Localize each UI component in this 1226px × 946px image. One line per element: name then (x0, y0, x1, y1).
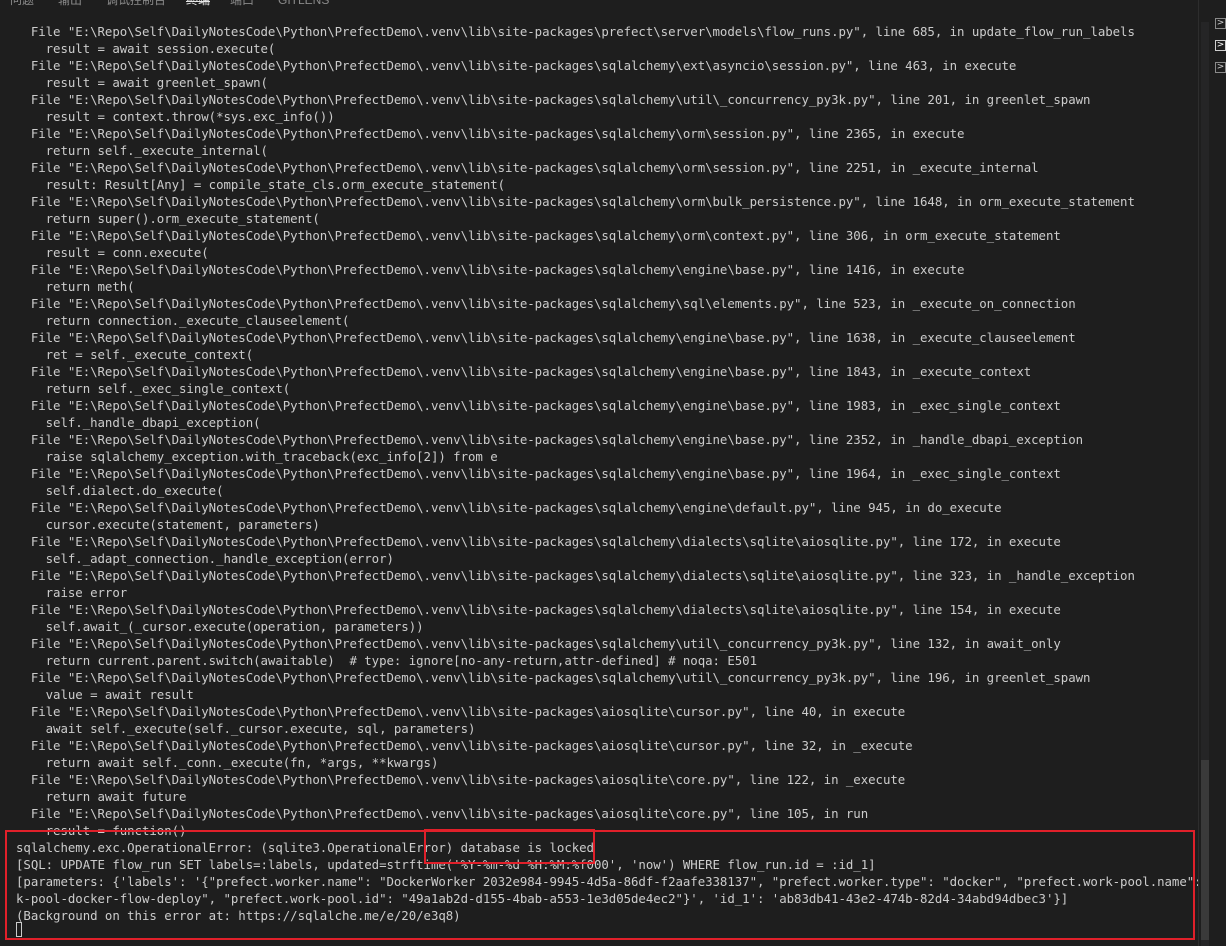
terminal-line: self.await_(_cursor.execute(operation, p… (16, 619, 424, 634)
terminal-line: File "E:\Repo\Self\DailyNotesCode\Python… (16, 194, 1135, 209)
terminal-line: File "E:\Repo\Self\DailyNotesCode\Python… (16, 432, 1084, 447)
terminal-line: result = conn.execute( (16, 245, 209, 260)
terminal-line: await self._execute(self._cursor.execute… (16, 721, 476, 736)
terminal-line: File "E:\Repo\Self\DailyNotesCode\Python… (16, 704, 906, 719)
terminal-line: result = context.throw(*sys.exc_info()) (16, 109, 335, 124)
terminal-side-panel: > > > (1198, 0, 1226, 946)
terminal-line: File "E:\Repo\Self\DailyNotesCode\Python… (16, 262, 965, 277)
terminal-line: File "E:\Repo\Self\DailyNotesCode\Python… (16, 24, 1135, 39)
terminal-line: return await future (16, 789, 187, 804)
terminal-line: return self._execute_internal( (16, 143, 268, 158)
terminal-line: result: Result[Any] = compile_state_cls.… (16, 177, 506, 192)
terminal-line: cursor.execute(statement, parameters) (16, 517, 320, 532)
terminal-line: result = function() (16, 823, 187, 838)
terminal-line: File "E:\Repo\Self\DailyNotesCode\Python… (16, 602, 1061, 617)
terminal-line: File "E:\Repo\Self\DailyNotesCode\Python… (16, 58, 1017, 73)
terminal-line: self._adapt_connection._handle_exception… (16, 551, 394, 566)
terminal-line: File "E:\Repo\Self\DailyNotesCode\Python… (16, 364, 1032, 379)
terminal-line: File "E:\Repo\Self\DailyNotesCode\Python… (16, 92, 1091, 107)
terminal-line: raise error (16, 585, 128, 600)
terminal-line: ret = self._execute_context( (16, 347, 254, 362)
terminal-line: File "E:\Repo\Self\DailyNotesCode\Python… (16, 670, 1091, 685)
terminal-line: File "E:\Repo\Self\DailyNotesCode\Python… (16, 636, 1061, 651)
terminal-line: return connection._execute_clauseelement… (16, 313, 350, 328)
terminal-line: return current.parent.switch(awaitable) … (16, 653, 757, 668)
terminal-line: File "E:\Repo\Self\DailyNotesCode\Python… (16, 772, 906, 787)
terminal-line: result = await greenlet_spawn( (16, 75, 268, 90)
terminal-line: File "E:\Repo\Self\DailyNotesCode\Python… (16, 126, 965, 141)
terminal-line: File "E:\Repo\Self\DailyNotesCode\Python… (16, 160, 1039, 175)
terminal-scrollbar-thumb[interactable] (1201, 760, 1209, 940)
terminal-line: [SQL: UPDATE flow_run SET labels=:labels… (16, 857, 876, 872)
terminal-instance-2-icon[interactable]: > (1215, 40, 1226, 51)
terminal-line: File "E:\Repo\Self\DailyNotesCode\Python… (16, 330, 1076, 345)
terminal-instance-1-icon[interactable]: > (1215, 18, 1226, 29)
terminal-line: File "E:\Repo\Self\DailyNotesCode\Python… (16, 568, 1135, 583)
terminal-cursor (16, 922, 22, 937)
terminal-line: self.dialect.do_execute( (16, 483, 224, 498)
terminal-line: self._handle_dbapi_exception( (16, 415, 261, 430)
terminal-line: File "E:\Repo\Self\DailyNotesCode\Python… (16, 534, 1061, 549)
terminal-line: k-pool-docker-flow-deploy", "prefect.wor… (16, 891, 1069, 906)
terminal-line: value = await result (16, 687, 194, 702)
terminal-line: sqlalchemy.exc.OperationalError: (sqlite… (16, 840, 594, 855)
terminal-output[interactable]: File "E:\Repo\Self\DailyNotesCode\Python… (0, 0, 1198, 946)
terminal-line: File "E:\Repo\Self\DailyNotesCode\Python… (16, 296, 1076, 311)
terminal-line: return meth( (16, 279, 135, 294)
terminal-line: File "E:\Repo\Self\DailyNotesCode\Python… (16, 398, 1061, 413)
terminal-line: File "E:\Repo\Self\DailyNotesCode\Python… (16, 228, 1061, 243)
terminal-line: return await self._conn._execute(fn, *ar… (16, 755, 439, 770)
vscode-terminal-panel: 问题 输出 调试控制台 终端 端口 GITLENS File "E:\Repo\… (0, 0, 1226, 946)
terminal-line: File "E:\Repo\Self\DailyNotesCode\Python… (16, 738, 913, 753)
terminal-line: File "E:\Repo\Self\DailyNotesCode\Python… (16, 500, 1002, 515)
terminal-line: return self._exec_single_context( (16, 381, 291, 396)
terminal-line: File "E:\Repo\Self\DailyNotesCode\Python… (16, 466, 1061, 481)
terminal-line: [parameters: {'labels': '{"prefect.worke… (16, 874, 1198, 889)
terminal-line: return super().orm_execute_statement( (16, 211, 320, 226)
terminal-line: result = await session.execute( (16, 41, 276, 56)
terminal-instance-3-icon[interactable]: > (1215, 62, 1226, 73)
terminal-line: File "E:\Repo\Self\DailyNotesCode\Python… (16, 806, 869, 821)
terminal-line: (Background on this error at: https://sq… (16, 908, 461, 923)
terminal-line: raise sqlalchemy_exception.with_tracebac… (16, 449, 498, 464)
